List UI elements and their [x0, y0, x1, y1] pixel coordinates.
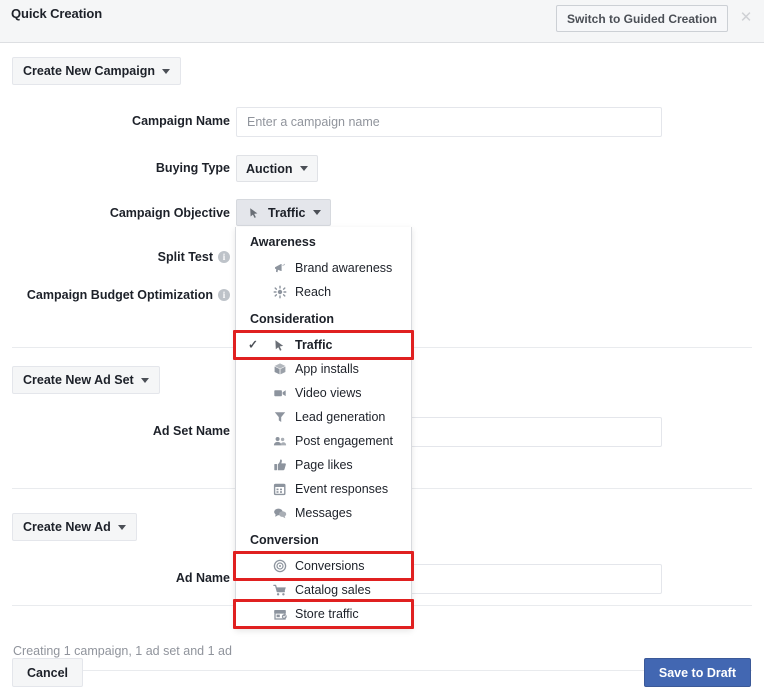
info-icon[interactable]: i [218, 251, 230, 263]
cursor-arrow-icon [246, 205, 261, 220]
create-new-ad-label: Create New Ad [23, 520, 111, 534]
calendar-icon [272, 482, 287, 497]
info-icon[interactable]: i [218, 289, 230, 301]
chevron-down-icon [141, 378, 149, 383]
thumbs-up-icon [272, 458, 287, 473]
target-icon [272, 559, 287, 574]
create-new-ad-set-label: Create New Ad Set [23, 373, 134, 387]
menu-item-label: Brand awareness [295, 261, 392, 275]
chevron-down-icon [118, 525, 126, 530]
menu-item-store-traffic[interactable]: Store traffic [236, 602, 411, 626]
menu-item-label: Conversions [295, 559, 364, 573]
chat-bubbles-icon [272, 506, 287, 521]
create-new-campaign-picker[interactable]: Create New Campaign [12, 57, 181, 85]
menu-group-header: Awareness [236, 227, 411, 256]
creation-status-text: Creating 1 campaign, 1 ad set and 1 ad [13, 644, 232, 658]
menu-item-label: App installs [295, 362, 359, 376]
section-divider [12, 670, 752, 671]
menu-item-label: Post engagement [295, 434, 393, 448]
chevron-down-icon [313, 210, 321, 215]
campaign-name-label: Campaign Name [132, 113, 230, 129]
chevron-down-icon [300, 166, 308, 171]
menu-item-label: Reach [295, 285, 331, 299]
starburst-icon [272, 285, 287, 300]
ad-set-name-label: Ad Set Name [153, 423, 230, 439]
split-test-label: Split Test i [158, 249, 230, 265]
menu-item-conversions[interactable]: Conversions [236, 554, 411, 578]
menu-item-label: Catalog sales [295, 583, 371, 597]
menu-item-brand-awareness[interactable]: Brand awareness [236, 256, 411, 280]
box-icon [272, 362, 287, 377]
campaign-name-placeholder: Enter a campaign name [247, 115, 380, 129]
buying-type-label: Buying Type [156, 160, 230, 176]
menu-item-traffic[interactable]: ✓ Traffic [236, 333, 411, 357]
menu-item-reach[interactable]: Reach [236, 280, 411, 304]
megaphone-icon [272, 261, 287, 276]
menu-item-page-likes[interactable]: Page likes [236, 453, 411, 477]
page-title: Quick Creation [11, 6, 102, 21]
funnel-icon [272, 410, 287, 425]
check-icon: ✓ [248, 340, 259, 351]
cancel-button[interactable]: Cancel [12, 658, 83, 687]
chevron-down-icon [162, 69, 170, 74]
campaign-budget-optimization-label: Campaign Budget Optimization i [27, 287, 230, 303]
buying-type-select[interactable]: Auction [236, 155, 318, 182]
menu-item-messages[interactable]: Messages [236, 501, 411, 525]
menu-item-label: Video views [295, 386, 361, 400]
video-camera-icon [272, 386, 287, 401]
menu-item-event-responses[interactable]: Event responses [236, 477, 411, 501]
menu-item-label: Lead generation [295, 410, 385, 424]
menu-item-lead-generation[interactable]: Lead generation [236, 405, 411, 429]
quick-creation-dialog: Quick Creation Switch to Guided Creation… [0, 0, 764, 697]
close-icon[interactable]: ✕ [737, 8, 755, 26]
campaign-objective-value: Traffic [268, 206, 306, 220]
menu-item-label: Traffic [295, 338, 333, 352]
menu-item-label: Event responses [295, 482, 388, 496]
campaign-objective-select[interactable]: Traffic [236, 199, 331, 226]
create-new-campaign-label: Create New Campaign [23, 64, 155, 78]
campaign-objective-label: Campaign Objective [110, 205, 230, 221]
menu-group-header: Consideration [236, 304, 411, 333]
save-to-draft-button[interactable]: Save to Draft [644, 658, 751, 687]
menu-item-label: Page likes [295, 458, 353, 472]
people-icon [272, 434, 287, 449]
cursor-arrow-icon [272, 338, 287, 353]
menu-group-header: Conversion [236, 525, 411, 554]
menu-item-app-installs[interactable]: App installs [236, 357, 411, 381]
menu-item-label: Messages [295, 506, 352, 520]
buying-type-value: Auction [246, 162, 293, 176]
menu-item-catalog-sales[interactable]: Catalog sales [236, 578, 411, 602]
menu-item-video-views[interactable]: Video views [236, 381, 411, 405]
campaign-name-input[interactable]: Enter a campaign name [236, 107, 662, 137]
campaign-objective-dropdown-menu[interactable]: Awareness Brand awareness Reach Considerati… [235, 227, 412, 629]
shopping-cart-icon [272, 583, 287, 598]
dialog-header: Quick Creation Switch to Guided Creation… [0, 0, 764, 43]
storefront-icon [272, 607, 287, 622]
create-new-ad-picker[interactable]: Create New Ad [12, 513, 137, 541]
menu-item-label: Store traffic [295, 607, 359, 621]
ad-name-label: Ad Name [176, 570, 230, 586]
menu-item-post-engagement[interactable]: Post engagement [236, 429, 411, 453]
switch-to-guided-creation-button[interactable]: Switch to Guided Creation [556, 5, 728, 32]
create-new-ad-set-picker[interactable]: Create New Ad Set [12, 366, 160, 394]
